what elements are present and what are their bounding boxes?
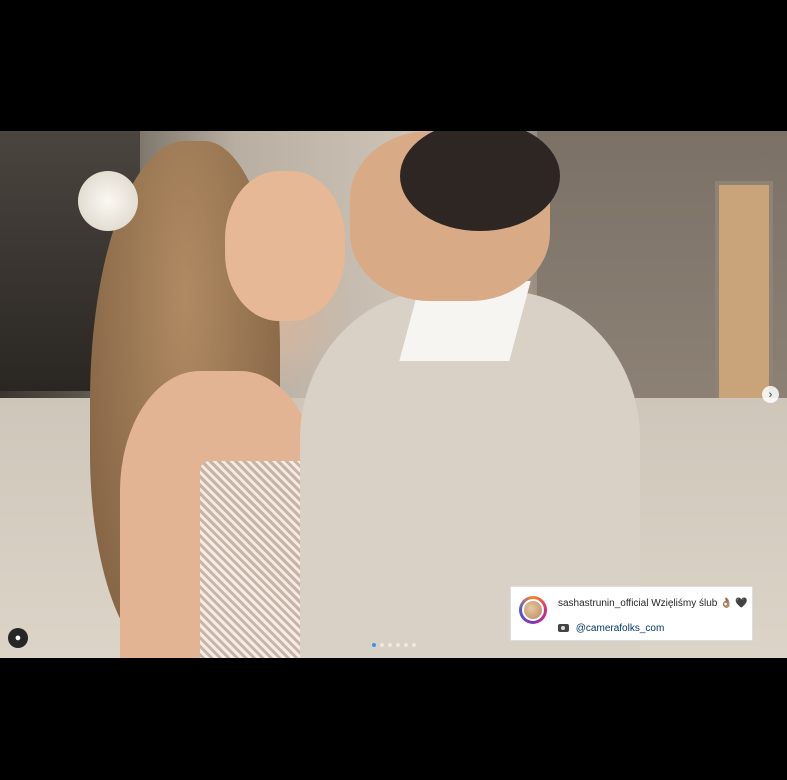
user-tag-button[interactable]: ● <box>8 628 28 648</box>
hair-flower <box>78 171 138 231</box>
carousel-dot <box>388 643 392 647</box>
ok-hand-emoji: 👌🏽 <box>720 598 733 609</box>
camera-icon <box>558 624 569 633</box>
avatar[interactable] <box>519 596 547 624</box>
carousel-dot <box>412 643 416 647</box>
next-photo-button[interactable]: › <box>762 386 779 403</box>
carousel-dot <box>380 643 384 647</box>
black-heart-emoji: 🖤 <box>735 598 748 609</box>
chevron-right-icon: › <box>768 388 773 401</box>
carousel-indicator <box>372 643 416 647</box>
caption-line: sashastrunin_official Wzięliśmy ślub 👌🏽 … <box>558 598 748 609</box>
avatar-image <box>522 599 544 621</box>
carousel-dot <box>372 643 376 647</box>
photo-credit: @camerafolks_com <box>558 623 664 634</box>
post-photo[interactable] <box>0 131 787 658</box>
person-icon: ● <box>14 632 22 644</box>
credit-link[interactable]: @camerafolks_com <box>576 623 665 634</box>
caption-text: Wzięliśmy ślub <box>651 598 718 609</box>
background-window <box>715 181 773 409</box>
bride-face <box>225 171 345 321</box>
caption-card: sashastrunin_official Wzięliśmy ślub 👌🏽 … <box>510 586 753 641</box>
username-link[interactable]: sashastrunin_official <box>558 598 648 609</box>
carousel-dot <box>404 643 408 647</box>
carousel-dot <box>396 643 400 647</box>
